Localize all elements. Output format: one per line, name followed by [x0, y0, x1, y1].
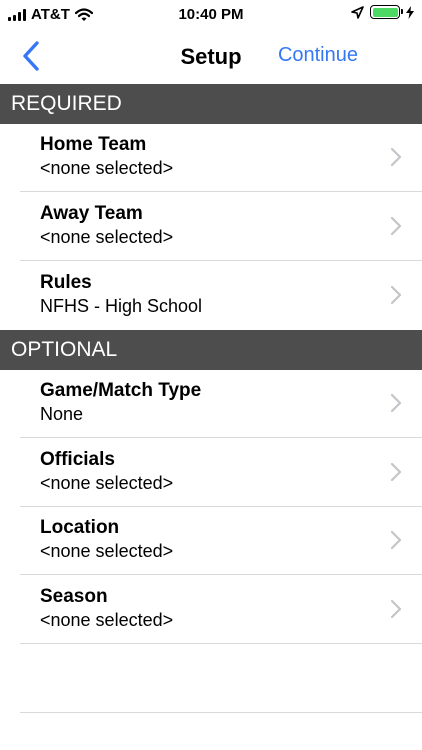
row-title: Officials: [40, 449, 115, 470]
chevron-right-icon: [390, 393, 402, 413]
chevron-right-icon: [390, 530, 402, 550]
list-item-officials[interactable]: Officials <none selected>: [20, 439, 422, 507]
list-item-location[interactable]: Location <none selected>: [20, 507, 422, 575]
divider: [20, 712, 422, 713]
list-item-home-team[interactable]: Home Team <none selected>: [20, 124, 422, 192]
navigation-bar: Setup Continue: [0, 30, 422, 84]
status-right: [351, 5, 414, 19]
row-title: Season: [40, 586, 108, 607]
row-value: None: [40, 404, 84, 424]
list-item-game-match-type[interactable]: Game/Match Type None: [20, 370, 422, 438]
battery-icon: [370, 5, 403, 19]
row-value: <none selected>: [40, 158, 174, 178]
status-bar: AT&T 10:40 PM: [0, 0, 422, 30]
row-value: <none selected>: [40, 541, 174, 561]
row-title: Home Team: [40, 134, 147, 155]
chevron-right-icon: [390, 147, 402, 167]
row-value: <none selected>: [40, 227, 174, 247]
row-value: NFHS - High School: [40, 296, 203, 316]
row-title: Rules: [40, 272, 92, 293]
battery-fill: [372, 7, 398, 17]
continue-button[interactable]: Continue: [278, 44, 358, 67]
page-title: Setup: [180, 44, 242, 69]
charging-bolt-icon: [406, 5, 414, 19]
row-title: Away Team: [40, 203, 143, 224]
list-item-rules[interactable]: Rules NFHS - High School: [20, 262, 422, 330]
list-item-away-team[interactable]: Away Team <none selected>: [20, 193, 422, 261]
chevron-right-icon: [390, 216, 402, 236]
section-header-optional: OPTIONAL: [0, 330, 422, 370]
location-arrow-icon: [351, 5, 364, 19]
row-title: Game/Match Type: [40, 380, 202, 401]
list-item-season[interactable]: Season <none selected>: [20, 576, 422, 644]
chevron-right-icon: [390, 285, 402, 305]
chevron-right-icon: [390, 462, 402, 482]
chevron-right-icon: [390, 599, 402, 619]
row-value: <none selected>: [40, 473, 174, 493]
row-title: Location: [40, 517, 120, 538]
section-header-required: REQUIRED: [0, 84, 422, 124]
row-value: <none selected>: [40, 610, 174, 630]
